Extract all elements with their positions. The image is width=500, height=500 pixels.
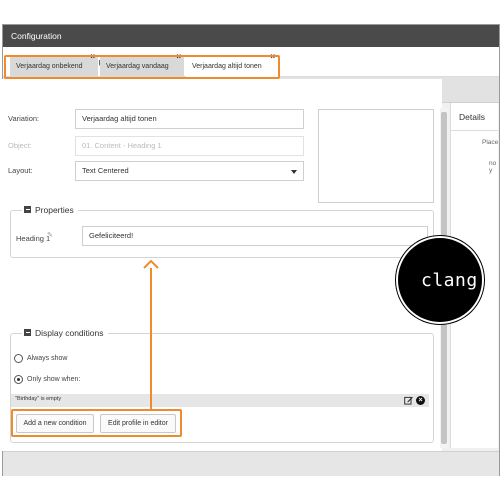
details-text-1: Place [482, 139, 499, 146]
heading-1-input[interactable]: Gefeliciteerd! [82, 226, 428, 246]
variation-input[interactable]: Verjaardag altijd tonen [75, 109, 304, 129]
edit-profile-button[interactable]: Edit profile in editor [100, 414, 176, 433]
layout-label: Layout: [8, 166, 33, 175]
variation-label: Variation: [8, 114, 40, 123]
condition-row[interactable]: "Birthday" is empty [11, 394, 429, 407]
only-show-when-label: Only show when: [27, 376, 81, 383]
tabs-highlight-box [4, 55, 280, 79]
pencil-small-icon: ✎ [47, 232, 53, 239]
layout-select-value: Text Centered [82, 166, 129, 175]
only-show-when-radio[interactable] [14, 375, 23, 384]
minus-icon[interactable] [24, 206, 31, 213]
object-input: 01. Content - Heading 1 [75, 136, 304, 156]
condition-text: "Birthday" is empty [15, 396, 62, 402]
display-conditions-title: Display conditions [35, 328, 104, 338]
details-divider [451, 130, 498, 131]
window-title: Configuration [3, 25, 499, 47]
minus-icon[interactable] [24, 329, 31, 336]
details-text-2: no y [489, 160, 497, 174]
edit-icon[interactable] [404, 396, 413, 405]
always-show-radio[interactable] [14, 354, 23, 363]
clang-logo: clang [396, 236, 484, 324]
preview-box [318, 109, 434, 203]
background-strip [0, 0, 500, 22]
display-conditions-legend[interactable]: Display conditions [22, 327, 108, 339]
always-show-label: Always show [27, 355, 68, 362]
details-title: Details [459, 112, 485, 122]
properties-title: Properties [35, 205, 74, 215]
object-label: Object: [8, 141, 32, 150]
properties-legend[interactable]: Properties [22, 204, 78, 216]
remove-icon[interactable]: × [416, 396, 425, 405]
bottom-bar [3, 451, 499, 476]
layout-select[interactable]: Text Centered [75, 161, 304, 181]
add-condition-button[interactable]: Add a new condition [16, 414, 94, 433]
logo-text: clang [421, 270, 478, 291]
dropdown-arrow-icon [291, 170, 297, 174]
heading-1-label: Heading 1 [16, 234, 51, 243]
